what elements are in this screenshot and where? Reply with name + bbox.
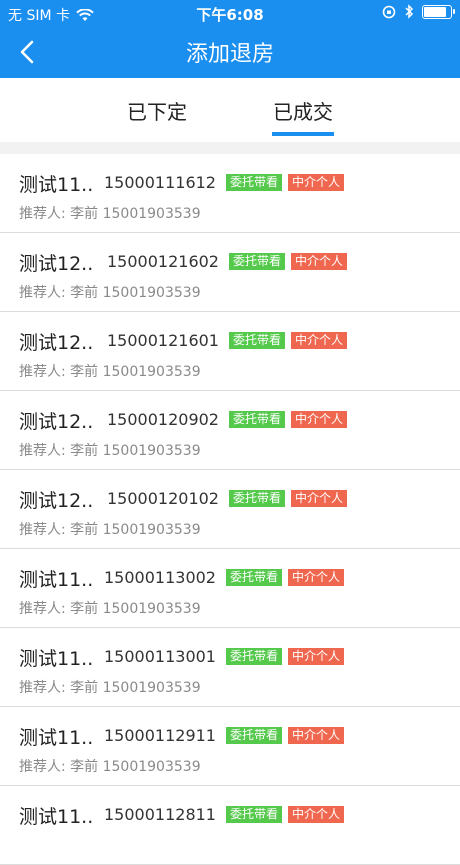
status-bar: 无 SIM 卡 下午6:08 (0, 0, 460, 26)
agent-tag: 中介个人 (288, 806, 345, 823)
list-item[interactable]: 测试12.. 15000121602 委托带看 中介个人 推荐人: 李前 150… (0, 233, 460, 312)
agent-tag: 中介个人 (291, 490, 348, 507)
list-item[interactable]: 测试12.. 15000121601 委托带看 中介个人 推荐人: 李前 150… (0, 312, 460, 391)
active-tab-indicator (272, 132, 334, 136)
referrer-text: 推荐人: 李前 15001903539 (19, 601, 201, 617)
client-name: 测试12.. (19, 332, 94, 354)
list-item[interactable]: 测试11.. 15000111612 委托带看 中介个人 推荐人: 李前 150… (0, 154, 460, 233)
client-phone: 15000113002 (104, 568, 216, 587)
referrer-text: 推荐人: 李前 15001903539 (19, 206, 201, 222)
item-row: 15000113001 委托带看 中介个人 (104, 647, 345, 666)
client-phone: 15000111612 (104, 173, 216, 192)
client-name: 测试11.. (19, 648, 94, 670)
agent-tag: 中介个人 (291, 253, 348, 270)
referrer-text: 推荐人: 李前 15001903539 (19, 443, 201, 459)
client-name: 测试12.. (19, 411, 94, 433)
bluetooth-icon (405, 4, 414, 19)
item-row: 15000113002 委托带看 中介个人 (104, 568, 345, 587)
entrust-tag: 委托带看 (228, 411, 285, 428)
item-row: 15000120902 委托带看 中介个人 (107, 410, 348, 429)
tab-bar: 已下定 已成交 (0, 78, 460, 142)
agent-tag: 中介个人 (288, 648, 345, 665)
client-phone: 15000120102 (107, 489, 219, 508)
entrust-tag: 委托带看 (228, 253, 285, 270)
entrust-tag: 委托带看 (225, 806, 282, 823)
entrust-tag: 委托带看 (225, 727, 282, 744)
list-item[interactable]: 测试11.. 15000112911 委托带看 中介个人 推荐人: 李前 150… (0, 707, 460, 786)
item-row: 15000112811 委托带看 中介个人 (104, 805, 345, 824)
client-name: 测试11.. (19, 727, 94, 749)
agent-tag: 中介个人 (288, 727, 345, 744)
agent-tag: 中介个人 (288, 569, 345, 586)
entrust-tag: 委托带看 (228, 490, 285, 507)
client-name: 测试12.. (19, 490, 94, 512)
client-name: 测试12.. (19, 253, 94, 275)
list-item[interactable]: 测试12.. 15000120102 委托带看 中介个人 推荐人: 李前 150… (0, 470, 460, 549)
orientation-lock-icon (382, 5, 396, 18)
agent-tag: 中介个人 (291, 332, 348, 349)
client-name: 测试11.. (19, 569, 94, 591)
entrust-tag: 委托带看 (225, 569, 282, 586)
item-row: 15000111612 委托带看 中介个人 (104, 173, 345, 192)
entrust-tag: 委托带看 (225, 174, 282, 191)
battery-icon (422, 4, 455, 19)
tab-reserved[interactable]: 已下定 (127, 96, 187, 125)
list-item[interactable]: 测试11.. 15000113001 委托带看 中介个人 推荐人: 李前 150… (0, 628, 460, 707)
client-phone: 15000113001 (104, 647, 216, 666)
referrer-text: 推荐人: 李前 15001903539 (19, 522, 201, 538)
client-phone: 15000121601 (107, 331, 219, 350)
entrust-tag: 委托带看 (228, 332, 285, 349)
client-name: 测试11.. (19, 174, 94, 196)
list-item[interactable]: 测试11.. 15000113002 委托带看 中介个人 推荐人: 李前 150… (0, 549, 460, 628)
agent-tag: 中介个人 (288, 174, 345, 191)
client-phone: 15000120902 (107, 410, 219, 429)
status-right (382, 4, 455, 19)
referrer-text: 推荐人: 李前 15001903539 (19, 680, 201, 696)
item-row: 15000120102 委托带看 中介个人 (107, 489, 348, 508)
tab-closed-deal[interactable]: 已成交 (273, 96, 333, 125)
client-name: 测试11.. (19, 806, 94, 828)
entrust-tag: 委托带看 (225, 648, 282, 665)
item-row: 15000121601 委托带看 中介个人 (107, 331, 348, 350)
agent-tag: 中介个人 (291, 411, 348, 428)
referrer-text: 推荐人: 李前 15001903539 (19, 759, 201, 775)
item-row: 15000121602 委托带看 中介个人 (107, 252, 348, 271)
list-item[interactable]: 测试11.. 15000112811 委托带看 中介个人 (0, 786, 460, 865)
referrer-text: 推荐人: 李前 15001903539 (19, 285, 201, 301)
page-title: 添加退房 (185, 42, 274, 67)
client-phone: 15000121602 (107, 252, 219, 271)
referrer-text: 推荐人: 李前 15001903539 (19, 364, 201, 380)
deal-list: 测试11.. 15000111612 委托带看 中介个人 推荐人: 李前 150… (0, 154, 460, 865)
client-phone: 15000112811 (104, 805, 216, 824)
item-row: 15000112911 委托带看 中介个人 (104, 726, 345, 745)
nav-bar: 添加退房 (0, 26, 460, 78)
list-item[interactable]: 测试12.. 15000120902 委托带看 中介个人 推荐人: 李前 150… (0, 391, 460, 470)
client-phone: 15000112911 (104, 726, 216, 745)
